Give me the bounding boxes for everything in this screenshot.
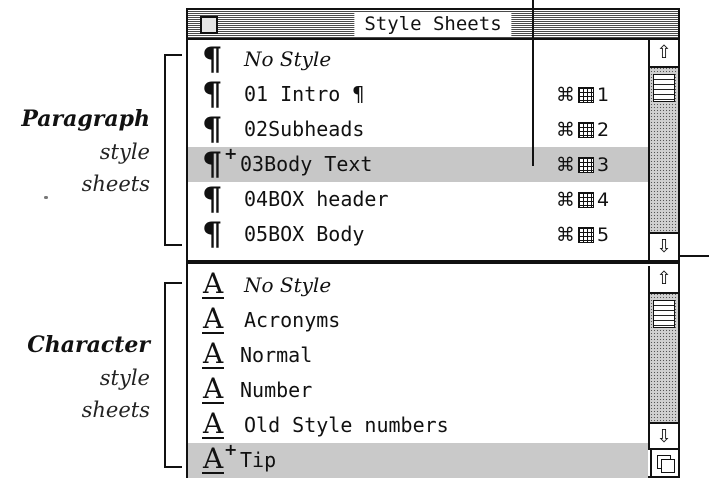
scroll-up-arrow-icon[interactable]: ⇧ bbox=[650, 266, 678, 294]
command-key-icon: ⌘ bbox=[556, 154, 575, 176]
pilcrow-icon: ¶ bbox=[202, 145, 223, 183]
pilcrow-icon: ¶ bbox=[202, 40, 223, 78]
command-key-icon: ⌘ bbox=[556, 84, 575, 106]
paragraph-style-name: 01 Intro ¶ bbox=[244, 82, 365, 106]
callout-line-horizontal bbox=[680, 255, 709, 257]
paragraph-annotation-line2: style bbox=[99, 140, 150, 164]
grow-box-front bbox=[661, 459, 675, 473]
pilcrow-icon: ¶ bbox=[202, 215, 223, 253]
pane-divider[interactable] bbox=[188, 260, 678, 264]
title-bar[interactable]: Style Sheets bbox=[188, 10, 678, 40]
scroll-thumb[interactable] bbox=[653, 300, 675, 328]
keypad-key-icon bbox=[578, 122, 594, 138]
paragraph-style-row[interactable]: ¶ 04BOX header ⌘ 4 bbox=[188, 182, 648, 217]
window-title: Style Sheets bbox=[354, 12, 512, 36]
keypad-key-icon bbox=[578, 192, 594, 208]
paper-speck bbox=[44, 196, 48, 199]
character-style-row-selected[interactable]: A + Tip bbox=[188, 440, 648, 478]
character-styles-list: A No Style A Acronyms A Normal A Number … bbox=[188, 266, 648, 478]
character-style-name: Normal bbox=[240, 343, 313, 367]
character-style-row[interactable]: A No Style bbox=[188, 268, 648, 303]
shortcut: ⌘ 2 bbox=[556, 118, 609, 142]
character-annotation-line2: style bbox=[99, 366, 150, 390]
character-style-name: Number bbox=[240, 378, 313, 402]
callout-line-vertical bbox=[532, 0, 534, 166]
shortcut-number: 5 bbox=[597, 224, 610, 246]
shortcut: ⌘ 3 bbox=[556, 153, 609, 177]
paragraph-style-row[interactable]: ¶ No Style bbox=[188, 42, 648, 77]
paragraph-style-name: 04BOX header bbox=[244, 187, 389, 211]
character-annotation-heading: Character bbox=[27, 332, 150, 358]
paragraph-style-row[interactable]: ¶ 02Subheads ⌘ 2 bbox=[188, 112, 648, 147]
close-box-icon[interactable] bbox=[200, 16, 218, 34]
character-style-name: No Style bbox=[244, 273, 332, 297]
underlined-a-icon: A bbox=[202, 372, 225, 405]
keypad-key-icon bbox=[578, 157, 594, 173]
character-style-row[interactable]: A Number bbox=[188, 373, 648, 408]
underlined-a-icon: A bbox=[202, 442, 225, 475]
character-scrollbar[interactable]: ⇧ ⇩ bbox=[648, 266, 678, 450]
shortcut: ⌘ 1 bbox=[556, 83, 609, 107]
character-style-row[interactable]: A Acronyms bbox=[188, 303, 648, 338]
underlined-a-icon: A bbox=[202, 267, 225, 300]
character-bracket bbox=[164, 282, 182, 468]
scroll-down-arrow-icon[interactable]: ⇩ bbox=[650, 232, 678, 260]
character-style-name: Old Style numbers bbox=[244, 413, 449, 437]
character-style-row[interactable]: A Normal bbox=[188, 338, 648, 373]
shortcut-number: 2 bbox=[597, 119, 610, 141]
underlined-a-icon: A bbox=[202, 302, 225, 335]
character-style-name: Acronyms bbox=[244, 308, 341, 332]
pilcrow-icon: ¶ bbox=[202, 75, 223, 113]
local-override-plus: + bbox=[224, 144, 238, 163]
grow-box-icon[interactable] bbox=[650, 448, 678, 476]
paragraph-style-row[interactable]: ¶ 05BOX Body ⌘ 5 bbox=[188, 217, 648, 252]
pilcrow-icon: ¶ bbox=[202, 180, 223, 218]
local-override-plus: + bbox=[224, 440, 238, 459]
command-key-icon: ⌘ bbox=[556, 224, 575, 246]
keypad-key-icon bbox=[578, 227, 594, 243]
paragraph-style-name: 03Body Text bbox=[240, 152, 373, 176]
scroll-thumb[interactable] bbox=[653, 74, 675, 102]
underlined-a-icon: A bbox=[202, 407, 225, 440]
command-key-icon: ⌘ bbox=[556, 119, 575, 141]
command-key-icon: ⌘ bbox=[556, 189, 575, 211]
paragraph-style-name: No Style bbox=[244, 47, 332, 71]
paragraph-style-row-selected[interactable]: ¶ + 03Body Text ⌘ 3 bbox=[188, 144, 648, 183]
paragraph-style-name: 05BOX Body bbox=[244, 222, 365, 246]
shortcut: ⌘ 5 bbox=[556, 223, 609, 247]
keypad-key-icon bbox=[578, 87, 594, 103]
underlined-a-icon: A bbox=[202, 337, 225, 370]
paragraph-annotation-line3: sheets bbox=[81, 172, 150, 196]
paragraph-style-row[interactable]: ¶ 01 Intro ¶ ⌘ 1 bbox=[188, 77, 648, 112]
style-sheets-palette: Style Sheets ¶ No Style ¶ 01 Intro ¶ ⌘ 1… bbox=[186, 8, 680, 478]
paragraph-bracket bbox=[164, 54, 182, 246]
shortcut-number: 4 bbox=[597, 189, 610, 211]
paragraph-style-name: 02Subheads bbox=[244, 117, 365, 141]
paragraph-annotation-heading: Paragraph bbox=[21, 106, 150, 132]
pilcrow-icon: ¶ bbox=[202, 110, 223, 148]
paragraph-styles-list: ¶ No Style ¶ 01 Intro ¶ ⌘ 1 ¶ 02Subheads… bbox=[188, 40, 648, 260]
character-style-row[interactable]: A Old Style numbers bbox=[188, 408, 648, 443]
scroll-up-arrow-icon[interactable]: ⇧ bbox=[650, 40, 678, 68]
character-annotation-line3: sheets bbox=[81, 398, 150, 422]
shortcut-number: 3 bbox=[597, 154, 610, 176]
shortcut: ⌘ 4 bbox=[556, 188, 609, 212]
character-style-name: Tip bbox=[240, 448, 277, 472]
paragraph-annotation: Paragraph style sheets bbox=[0, 102, 150, 200]
shortcut-number: 1 bbox=[597, 84, 610, 106]
paragraph-scrollbar[interactable]: ⇧ ⇩ bbox=[648, 40, 678, 260]
character-annotation: Character style sheets bbox=[0, 328, 150, 426]
scroll-down-arrow-icon[interactable]: ⇩ bbox=[650, 422, 678, 450]
